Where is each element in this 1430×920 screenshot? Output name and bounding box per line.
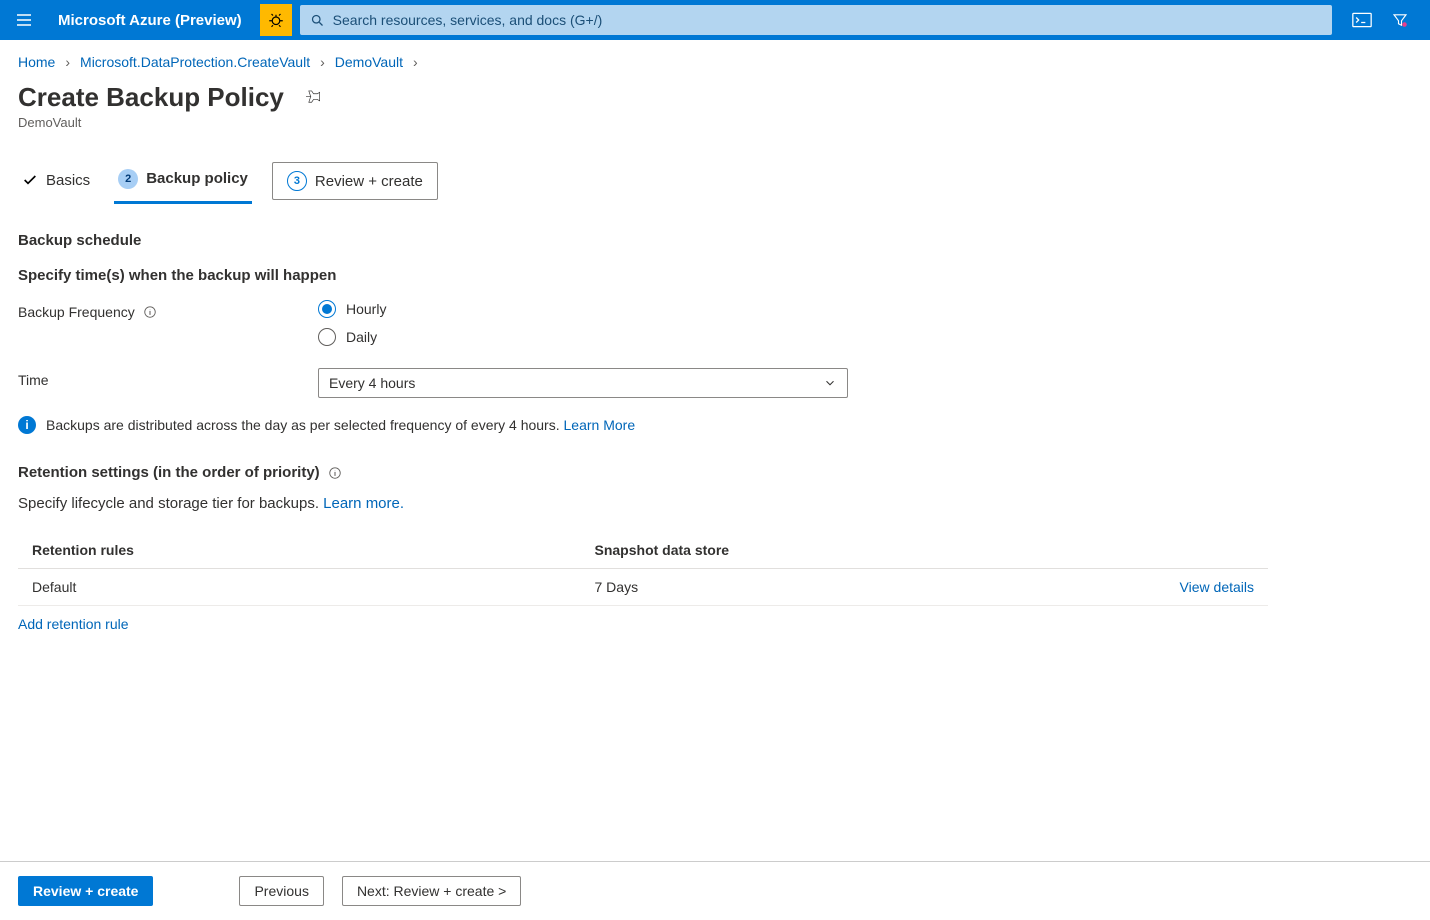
chevron-right-icon: ›	[320, 54, 325, 70]
time-label: Time	[18, 372, 49, 388]
rule-name: Default	[18, 569, 581, 606]
brand-label: Microsoft Azure (Preview)	[48, 12, 252, 29]
tab-review-create[interactable]: 3 Review + create	[272, 162, 438, 200]
tab-bar: Basics 2 Backup policy 3 Review + create	[0, 134, 1430, 204]
pin-icon[interactable]	[300, 84, 328, 112]
tab-label: Basics	[46, 172, 90, 189]
tab-label: Backup policy	[146, 170, 248, 187]
filter-icon[interactable]	[1384, 4, 1416, 36]
breadcrumb: Home › Microsoft.DataProtection.CreateVa…	[0, 40, 1430, 78]
footer-bar: Review + create Previous Next: Review + …	[0, 861, 1430, 920]
tab-backup-policy[interactable]: 2 Backup policy	[114, 163, 252, 204]
time-select-value: Every 4 hours	[329, 375, 415, 391]
time-select[interactable]: Every 4 hours	[318, 368, 848, 398]
chevron-right-icon: ›	[65, 54, 70, 70]
bug-icon[interactable]	[260, 4, 292, 36]
frequency-radio-group: Hourly Daily	[318, 300, 386, 346]
table-row: Default 7 Days View details	[18, 569, 1268, 606]
info-text: Backups are distributed across the day a…	[46, 417, 560, 433]
learn-more-link[interactable]: Learn More	[564, 417, 636, 433]
search-icon	[310, 13, 325, 28]
chevron-down-icon	[823, 376, 837, 390]
col-retention-rules: Retention rules	[18, 532, 581, 569]
review-create-button[interactable]: Review + create	[18, 876, 153, 906]
retention-learn-more-link[interactable]: Learn more.	[323, 495, 404, 512]
check-icon	[22, 172, 38, 188]
frequency-daily-radio[interactable]: Daily	[318, 328, 386, 346]
search-box[interactable]	[300, 5, 1332, 35]
previous-button[interactable]: Previous	[239, 876, 323, 906]
radio-label: Daily	[346, 329, 377, 345]
hamburger-icon[interactable]	[8, 4, 40, 36]
search-input[interactable]	[325, 12, 1322, 28]
cloud-shell-icon[interactable]	[1346, 4, 1378, 36]
radio-label: Hourly	[346, 301, 386, 317]
top-bar: Microsoft Azure (Preview)	[0, 0, 1430, 40]
retention-heading: Retention settings (in the order of prio…	[18, 464, 320, 481]
breadcrumb-home[interactable]: Home	[18, 54, 55, 70]
schedule-subheading: Specify time(s) when the backup will hap…	[18, 267, 1412, 284]
tab-step-number: 2	[118, 169, 138, 189]
frequency-label: Backup Frequency	[18, 304, 135, 320]
page-title: Create Backup Policy	[18, 82, 284, 113]
page-subtitle: DemoVault	[18, 115, 1412, 130]
add-retention-rule-link[interactable]: Add retention rule	[18, 616, 129, 632]
tab-step-number: 3	[287, 171, 307, 191]
info-banner: i Backups are distributed across the day…	[18, 416, 1412, 434]
frequency-hourly-radio[interactable]: Hourly	[318, 300, 386, 318]
chevron-right-icon: ›	[413, 54, 418, 70]
retention-table: Retention rules Snapshot data store Defa…	[18, 532, 1268, 642]
info-icon: i	[18, 416, 36, 434]
tab-basics[interactable]: Basics	[18, 166, 94, 201]
form-content: Backup schedule Specify time(s) when the…	[0, 204, 1430, 861]
next-button[interactable]: Next: Review + create >	[342, 876, 521, 906]
breadcrumb-createvault[interactable]: Microsoft.DataProtection.CreateVault	[80, 54, 310, 70]
breadcrumb-demovault[interactable]: DemoVault	[335, 54, 403, 70]
schedule-heading: Backup schedule	[18, 232, 1412, 249]
col-snapshot-store: Snapshot data store	[581, 532, 1019, 569]
info-icon[interactable]	[328, 466, 342, 480]
tab-label: Review + create	[315, 173, 423, 190]
rule-store: 7 Days	[581, 569, 1019, 606]
title-area: Create Backup Policy DemoVault	[0, 78, 1430, 134]
info-icon[interactable]	[143, 305, 157, 319]
retention-subtext: Specify lifecycle and storage tier for b…	[18, 495, 319, 512]
view-details-link[interactable]: View details	[1180, 579, 1254, 595]
